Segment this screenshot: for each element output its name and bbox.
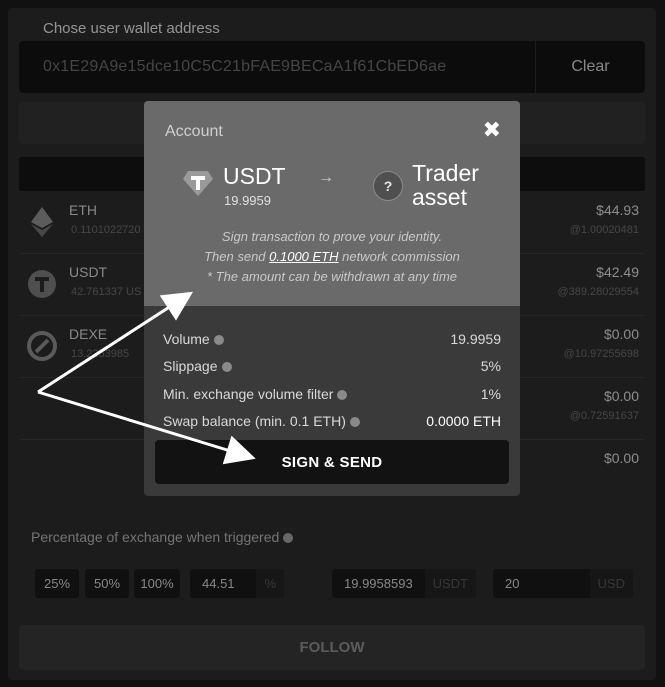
- info-icon[interactable]: [337, 390, 348, 400]
- to-asset-name: Trader asset: [412, 160, 479, 210]
- stat-label: Volume: [163, 331, 224, 347]
- commission-note: Then send 0.1000 ETH network commission: [144, 249, 520, 264]
- stat-value: 0.0000 ETH: [426, 413, 501, 429]
- stat-min-volume: Min. exchange volume filter 1%: [163, 384, 501, 404]
- stat-value: 5%: [480, 358, 501, 374]
- commission-pre: Then send: [204, 249, 270, 264]
- sign-and-send-button[interactable]: SIGN & SEND: [155, 440, 509, 484]
- sign-instruction: Sign transaction to prove your identity.: [221, 229, 443, 244]
- close-icon[interactable]: ✖: [483, 119, 501, 141]
- question-icon: ?: [373, 171, 403, 201]
- from-symbol: USDT: [223, 163, 286, 189]
- stat-value: 1%: [480, 386, 501, 402]
- stat-value: 19.9959: [450, 331, 501, 347]
- info-icon[interactable]: [221, 362, 232, 372]
- tether-icon: [182, 167, 214, 199]
- stat-label-text: Swap balance (min. 0.1 ETH): [163, 413, 346, 429]
- arrow-right-icon: →: [318, 169, 334, 186]
- stat-label: Swap balance (min. 0.1 ETH): [163, 413, 360, 429]
- modal-title: Account: [165, 123, 223, 140]
- stat-label-text: Slippage: [163, 358, 218, 374]
- stat-label: Slippage: [163, 358, 232, 374]
- stat-label: Min. exchange volume filter: [163, 386, 348, 402]
- stat-label-text: Volume: [163, 331, 210, 347]
- withdraw-note: * The amount can be withdrawn at any tim…: [206, 269, 458, 284]
- stat-swap-balance: Swap balance (min. 0.1 ETH) 0.0000 ETH: [163, 411, 501, 431]
- commission-amount: 0.1000 ETH: [269, 249, 339, 264]
- stat-slippage: Slippage 5%: [163, 356, 501, 376]
- info-icon[interactable]: [213, 335, 224, 345]
- from-amount: 19.9959: [224, 193, 271, 208]
- commission-post: network commission: [338, 249, 460, 264]
- info-icon[interactable]: [349, 417, 360, 427]
- account-modal: Account ✖ USDT 19.9959 → ? Trader asset …: [144, 101, 520, 496]
- stat-volume: Volume 19.9959: [163, 329, 501, 349]
- stat-label-text: Min. exchange volume filter: [163, 386, 334, 402]
